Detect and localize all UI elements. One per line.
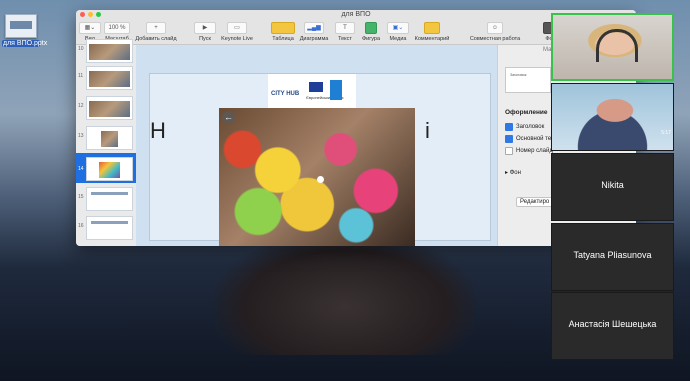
comment-button[interactable]: Комментарий xyxy=(412,22,452,42)
disclosure-triangle-icon: ▸ xyxy=(505,170,509,176)
slide-thumbnail[interactable]: 13 xyxy=(76,124,136,150)
slide-number-checkbox[interactable]: Номер слайд xyxy=(505,147,553,155)
broadcast-icon: ▭ xyxy=(227,22,247,34)
chart-icon: ▂▄▆ xyxy=(304,22,324,34)
layout-thumbnail[interactable]: Заголовок xyxy=(505,67,551,93)
appearance-title: Оформление xyxy=(505,109,548,116)
keynote-live-button[interactable]: ▭ Keynote Live xyxy=(219,22,255,42)
undp-logo-icon xyxy=(330,80,342,100)
slide-title-fragment-left: Н xyxy=(150,118,166,143)
text-button[interactable]: T Текст xyxy=(335,22,355,42)
slide-thumbnail[interactable]: 11 xyxy=(76,64,136,90)
play-button[interactable]: ▶ Пуск xyxy=(194,22,216,42)
desktop-wallpaper xyxy=(215,235,475,355)
photo-viewer[interactable]: ← xyxy=(219,108,415,246)
edit-master-button[interactable]: Редактиро xyxy=(516,197,554,207)
add-slide-button[interactable]: + Добавить слайд xyxy=(134,22,178,42)
table-icon xyxy=(271,22,295,34)
play-icon: ▶ xyxy=(194,22,216,34)
pointer-dot xyxy=(317,176,324,183)
file-thumbnail xyxy=(5,14,37,38)
participant-tile[interactable]: Анастасія Шешецька xyxy=(551,292,674,360)
collaborate-icon: ☺ xyxy=(487,22,503,34)
plus-icon: + xyxy=(146,22,166,34)
participant-video[interactable]: 5:17 xyxy=(551,83,674,151)
slide-navigator: 10 11 12 13 14 15 16 xyxy=(76,39,137,246)
participant-tile[interactable]: Tatyana Pliasunova xyxy=(551,223,674,291)
slide-thumbnail[interactable]: 10 xyxy=(76,37,136,63)
body-checkbox[interactable]: Основной те xyxy=(505,135,551,143)
file-name: для ВПО.pptx xyxy=(2,40,48,47)
collaborate-button[interactable]: ☺ Совместная работа xyxy=(468,22,522,42)
background-section[interactable]: ▸ Фон xyxy=(505,169,521,176)
media-icon: ▣⌄ xyxy=(387,22,409,34)
comment-icon xyxy=(424,22,440,34)
chart-button[interactable]: ▂▄▆ Диаграмма xyxy=(298,22,330,42)
title-checkbox[interactable]: Заголовок xyxy=(505,123,544,131)
video-call-panel: 5:17 Nikita Tatyana Pliasunova Анастасія… xyxy=(551,13,674,360)
slide-thumbnail[interactable]: 15 xyxy=(76,185,136,211)
slide-thumbnail-selected[interactable]: 14 xyxy=(76,153,136,183)
shape-icon xyxy=(365,22,377,34)
text-icon: T xyxy=(335,22,355,34)
media-button[interactable]: ▣⌄ Медиа xyxy=(387,22,409,42)
headset-icon xyxy=(596,29,638,62)
view-icon: ▦⌄ xyxy=(79,22,101,34)
slide-thumbnail[interactable]: 16 xyxy=(76,214,136,240)
table-button[interactable]: Таблица xyxy=(271,22,295,42)
slide-title-fragment-right: і xyxy=(425,118,430,143)
participant-video[interactable] xyxy=(551,13,674,81)
participant-name: Nikita xyxy=(601,180,624,190)
slide-thumbnail[interactable]: 12 xyxy=(76,94,136,120)
eu-flag-icon xyxy=(309,82,323,92)
arrow-left-icon[interactable]: ← xyxy=(222,111,235,124)
desktop-file[interactable]: для ВПО.pptx xyxy=(2,14,48,47)
participant-name: Tatyana Pliasunova xyxy=(573,250,652,260)
checkbox-icon xyxy=(505,123,513,131)
participant-name: Анастасія Шешецька xyxy=(568,319,657,329)
timestamp: 5:17 xyxy=(661,130,671,136)
checkbox-icon xyxy=(505,147,513,155)
participant-tile[interactable]: Nikita xyxy=(551,153,674,221)
shape-button[interactable]: Фигура xyxy=(359,22,383,42)
checkbox-icon xyxy=(505,135,513,143)
